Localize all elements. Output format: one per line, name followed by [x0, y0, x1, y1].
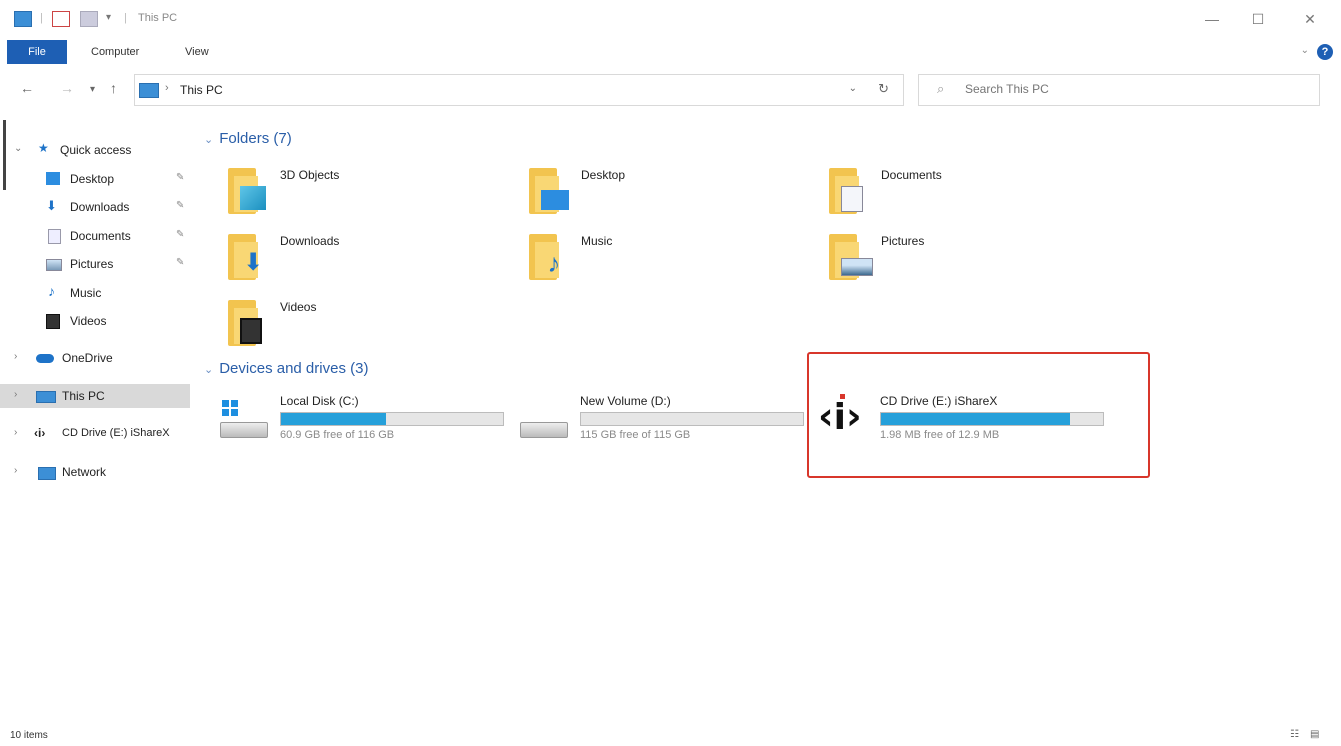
- drive-new-volume-d[interactable]: New Volume (D:) 115 GB free of 115 GB: [518, 392, 808, 452]
- sidebar-item-cd-drive[interactable]: › ‹i› CD Drive (E:) iShareX: [0, 422, 190, 446]
- sidebar-item-pictures[interactable]: Pictures ✎: [0, 252, 190, 276]
- folder-icon: ⬇: [226, 232, 268, 282]
- this-pc-icon: [14, 11, 32, 27]
- breadcrumb-this-pc[interactable]: This PC: [180, 83, 223, 97]
- capacity-bar: [580, 412, 804, 426]
- chevron-down-icon[interactable]: ⌄: [204, 364, 213, 376]
- pin-icon[interactable]: ✎: [176, 172, 184, 183]
- item-count: 10 items: [10, 730, 48, 741]
- documents-icon: [48, 229, 61, 244]
- sidebar-item-this-pc[interactable]: › This PC: [0, 384, 190, 408]
- music-icon: ♪: [48, 283, 55, 299]
- music-note-icon: ♪: [547, 248, 561, 278]
- forward-button[interactable]: →: [60, 80, 74, 96]
- pin-icon[interactable]: ✎: [176, 200, 184, 211]
- windows-logo-icon: [222, 400, 238, 416]
- folders-group-header[interactable]: ⌄ Folders (7): [204, 130, 292, 147]
- cube-icon: [240, 186, 266, 210]
- folder-music[interactable]: ♪ Music: [527, 232, 807, 292]
- close-button[interactable]: ✕: [1290, 8, 1330, 30]
- folder-icon: [226, 298, 268, 348]
- folder-icon: [827, 232, 873, 282]
- sidebar-item-documents[interactable]: Documents ✎: [0, 224, 190, 248]
- download-arrow-icon: ⬇: [242, 249, 264, 276]
- capacity-bar: [280, 412, 504, 426]
- recent-locations-icon[interactable]: ▾: [90, 84, 95, 95]
- folder-pictures[interactable]: Pictures: [827, 232, 1107, 292]
- videos-icon: [46, 314, 60, 329]
- pin-icon[interactable]: ✎: [176, 229, 184, 240]
- up-button[interactable]: ↑: [110, 80, 117, 96]
- address-bar[interactable]: › This PC ⌄ ↻: [134, 74, 904, 106]
- navigation-pane: ⌄ ★ Quick access Desktop ✎ ⬇ Downloads ✎…: [0, 120, 196, 680]
- ribbon-tabs: File Computer View ⌄ ?: [0, 40, 1341, 64]
- chevron-down-icon[interactable]: ⌄: [14, 143, 22, 154]
- drives-group-header[interactable]: ⌄ Devices and drives (3): [204, 360, 368, 377]
- pictures-icon: [46, 259, 62, 271]
- folder-icon: [226, 166, 268, 216]
- capacity-fill: [281, 413, 387, 425]
- status-bar: 10 items ☷ ▤: [0, 724, 1341, 746]
- film-icon: [240, 318, 262, 344]
- sidebar-item-quick-access[interactable]: ⌄ ★ Quick access: [0, 138, 190, 162]
- landscape-icon: [841, 258, 873, 276]
- sidebar-item-videos[interactable]: Videos: [0, 309, 190, 333]
- folder-icon: [827, 166, 869, 216]
- new-folder-icon[interactable]: [80, 11, 98, 27]
- sidebar-item-network[interactable]: › Network: [0, 460, 190, 484]
- network-icon: [38, 467, 56, 480]
- download-icon: ⬇: [46, 198, 57, 213]
- desktop-icon: [541, 190, 569, 210]
- search-input[interactable]: [963, 81, 1297, 97]
- tab-file[interactable]: File: [7, 40, 67, 64]
- star-icon: ★: [38, 141, 49, 155]
- sidebar-item-music[interactable]: ♪ Music: [0, 281, 190, 305]
- folder-3d-objects[interactable]: 3D Objects: [226, 166, 506, 226]
- help-button[interactable]: ?: [1317, 44, 1333, 60]
- document-icon: [841, 186, 863, 212]
- hard-drive-icon: [520, 422, 568, 438]
- large-icons-view-icon[interactable]: ▤: [1310, 729, 1324, 741]
- chevron-right-icon[interactable]: ›: [14, 389, 17, 400]
- hard-drive-icon: [220, 422, 268, 438]
- folder-icon: ♪: [527, 232, 569, 282]
- maximize-button[interactable]: ☐: [1238, 8, 1278, 30]
- refresh-icon[interactable]: ↻: [878, 81, 889, 97]
- sidebar-item-onedrive[interactable]: › OneDrive: [0, 346, 190, 370]
- customize-qat-icon[interactable]: ▾: [106, 12, 111, 23]
- sidebar-item-downloads[interactable]: ⬇ Downloads ✎: [0, 195, 190, 219]
- chevron-right-icon[interactable]: ›: [14, 427, 17, 438]
- sidebar-item-desktop[interactable]: Desktop ✎: [0, 167, 190, 191]
- expand-ribbon-icon[interactable]: ⌄: [1301, 45, 1309, 56]
- computer-icon: [36, 391, 56, 403]
- chevron-right-icon[interactable]: ›: [14, 465, 17, 476]
- tab-computer[interactable]: Computer: [91, 40, 139, 64]
- window-title: This PC: [138, 12, 178, 24]
- folder-icon: [527, 166, 569, 216]
- folder-desktop[interactable]: Desktop: [527, 166, 807, 226]
- properties-icon[interactable]: [52, 11, 70, 27]
- search-icon: ⌕: [937, 81, 945, 96]
- details-view-icon[interactable]: ☷: [1290, 729, 1304, 741]
- breadcrumb-separator-icon[interactable]: ›: [165, 82, 169, 94]
- folder-videos[interactable]: Videos: [226, 298, 506, 358]
- folder-documents[interactable]: Documents: [827, 166, 1107, 226]
- chevron-down-icon[interactable]: ⌄: [204, 134, 213, 146]
- pin-icon[interactable]: ✎: [176, 257, 184, 268]
- drive-local-disk-c[interactable]: Local Disk (C:) 60.9 GB free of 116 GB: [218, 392, 508, 452]
- chevron-right-icon[interactable]: ›: [14, 351, 17, 362]
- folder-downloads[interactable]: ⬇ Downloads: [226, 232, 506, 292]
- highlight-box: [807, 352, 1150, 478]
- chevron-down-icon[interactable]: ⌄: [849, 83, 857, 94]
- title-bar: | ▾ | This PC — ☐ ✕: [0, 0, 1341, 38]
- minimize-button[interactable]: —: [1192, 8, 1232, 30]
- desktop-icon: [46, 172, 60, 185]
- back-button[interactable]: ←: [20, 80, 34, 96]
- tab-view[interactable]: View: [185, 40, 209, 64]
- search-box[interactable]: ⌕: [918, 74, 1320, 106]
- this-pc-icon: [139, 83, 159, 98]
- cloud-icon: [36, 354, 54, 363]
- isharex-icon: ‹i›: [34, 426, 46, 440]
